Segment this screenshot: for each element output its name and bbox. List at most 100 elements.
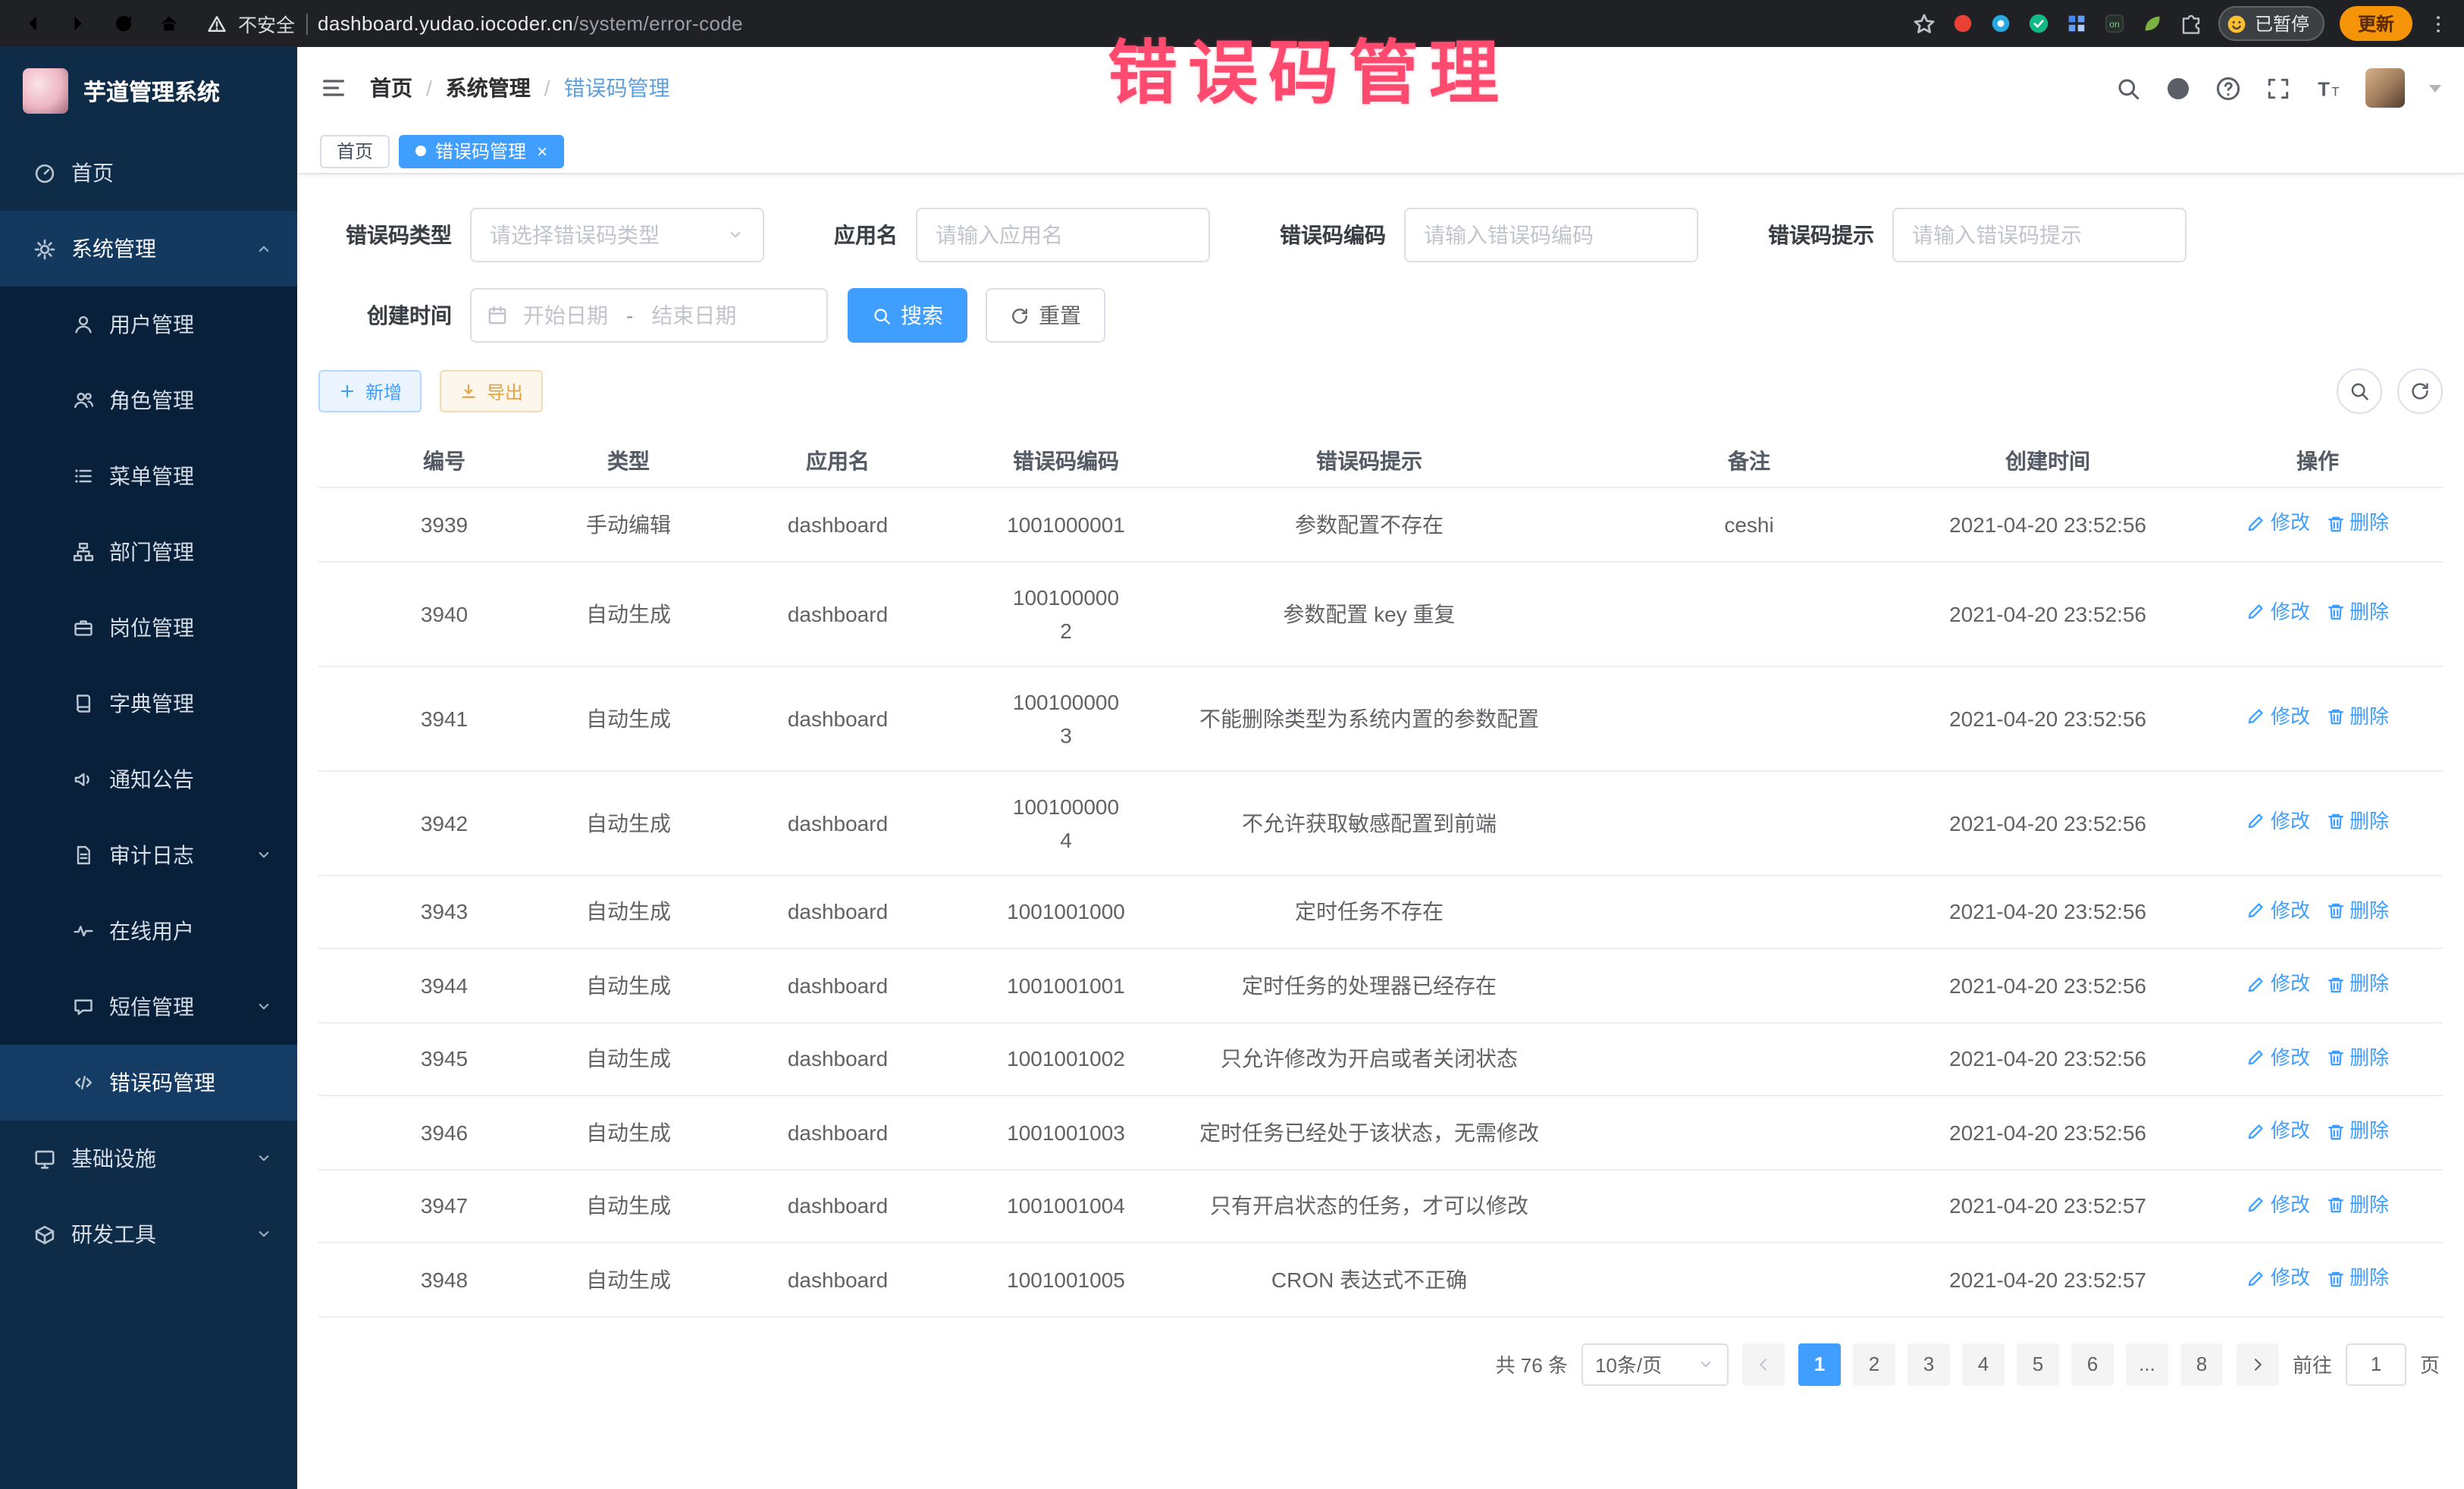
tab[interactable]: 错误码管理×	[399, 134, 564, 168]
breadcrumb-item[interactable]: 首页	[370, 73, 412, 103]
reset-button[interactable]: 重置	[986, 288, 1105, 343]
update-button[interactable]: 更新	[2340, 6, 2412, 41]
delete-link[interactable]: 删除	[2325, 967, 2389, 1001]
security-label[interactable]: 不安全	[238, 9, 295, 38]
sidebar-item[interactable]: 在线用户	[0, 893, 297, 969]
add-button[interactable]: 新增	[318, 370, 422, 412]
sidebar-item[interactable]: 用户管理	[0, 287, 297, 362]
sidebar-item[interactable]: 审计日志	[0, 817, 297, 893]
sidebar-item[interactable]: 通知公告	[0, 741, 297, 817]
extension-red-icon[interactable]	[1951, 12, 1974, 35]
app-logo[interactable]: 芋道管理系统	[0, 47, 297, 135]
refresh-table-button[interactable]	[2397, 368, 2443, 414]
export-button[interactable]: 导出	[440, 370, 543, 412]
sidebar-item[interactable]: 部门管理	[0, 514, 297, 590]
sidebar-item[interactable]: 基础设施	[0, 1121, 297, 1196]
edit-link[interactable]: 修改	[2246, 506, 2310, 540]
next-page-button[interactable]	[2237, 1343, 2279, 1385]
sidebar-item[interactable]: 研发工具	[0, 1196, 297, 1272]
page-button[interactable]: 3	[1908, 1343, 1950, 1385]
extension-on-icon[interactable]: on	[2103, 12, 2126, 35]
sidebar-item[interactable]: 岗位管理	[0, 590, 297, 666]
page-button[interactable]: 6	[2071, 1343, 2114, 1385]
tab[interactable]: 首页	[320, 134, 390, 168]
sidebar-item[interactable]: 角色管理	[0, 362, 297, 438]
sidebar-item[interactable]: 菜单管理	[0, 438, 297, 514]
cell-actions: 修改删除	[2193, 1022, 2443, 1096]
delete-link[interactable]: 删除	[2325, 894, 2389, 927]
sidebar-item[interactable]: 短信管理	[0, 969, 297, 1045]
edit-link[interactable]: 修改	[2246, 1114, 2310, 1148]
edit-link[interactable]: 修改	[2246, 967, 2310, 1001]
error-message-input[interactable]	[1892, 208, 2187, 262]
goto-page-input[interactable]	[2346, 1343, 2406, 1385]
edit-link[interactable]: 修改	[2246, 1188, 2310, 1221]
extension-blue-icon[interactable]	[1989, 12, 2012, 35]
forward-icon[interactable]	[61, 7, 94, 40]
error-type-select[interactable]: 请选择错误码类型	[470, 208, 764, 262]
page-button[interactable]: 5	[2017, 1343, 2059, 1385]
url-text[interactable]: dashboard.yudao.iocoder.cn/system/error-…	[318, 12, 743, 35]
close-icon[interactable]: ×	[537, 142, 547, 160]
page-button[interactable]: 1	[1798, 1343, 1841, 1385]
delete-link[interactable]: 删除	[2325, 506, 2389, 540]
page-size-select[interactable]: 10条/页	[1582, 1343, 1729, 1385]
app-name-input[interactable]	[916, 208, 1210, 262]
github-icon[interactable]	[2165, 75, 2191, 101]
breadcrumb-item[interactable]: 系统管理	[446, 73, 531, 103]
sidebar-item[interactable]: 系统管理	[0, 211, 297, 287]
extensions-puzzle-icon[interactable]	[2179, 11, 2203, 36]
user-avatar[interactable]	[2365, 68, 2405, 108]
fullscreen-icon[interactable]	[2265, 75, 2291, 101]
cell-actions: 修改删除	[2193, 561, 2443, 666]
sidebar-item[interactable]: 首页	[0, 135, 297, 211]
cell-app: dashboard	[687, 1096, 989, 1169]
prev-page-button[interactable]	[1742, 1343, 1785, 1385]
date-range-picker[interactable]: 开始日期 - 结束日期	[470, 288, 828, 343]
extension-grid-icon[interactable]	[2065, 12, 2088, 35]
more-menu-icon[interactable]	[2428, 13, 2449, 34]
edit-link[interactable]: 修改	[2246, 1262, 2310, 1295]
search-button[interactable]: 搜索	[848, 288, 967, 343]
delete-link[interactable]: 删除	[2325, 1114, 2389, 1148]
cell-actions: 修改删除	[2193, 1096, 2443, 1169]
page-button[interactable]: 2	[1853, 1343, 1895, 1385]
paused-badge[interactable]: 已暂停	[2218, 6, 2324, 41]
breadcrumb-item[interactable]: 错误码管理	[564, 73, 670, 103]
edit-icon	[2246, 1268, 2266, 1288]
sidebar-toggle-icon[interactable]	[320, 74, 347, 102]
edit-link[interactable]: 修改	[2246, 701, 2310, 734]
delete-link[interactable]: 删除	[2325, 1262, 2389, 1295]
caret-down-icon[interactable]	[2429, 84, 2441, 92]
sidebar-item[interactable]: 错误码管理	[0, 1045, 297, 1121]
delete-link[interactable]: 删除	[2325, 805, 2389, 839]
edit-link[interactable]: 修改	[2246, 805, 2310, 839]
sidebar-item-label: 研发工具	[71, 1219, 156, 1249]
delete-link[interactable]: 删除	[2325, 1041, 2389, 1074]
address-bar[interactable]: 不安全 dashboard.yudao.iocoder.cn/system/er…	[206, 9, 743, 38]
cell-type: 自动生成	[570, 1022, 687, 1096]
more-pages-button[interactable]: ...	[2126, 1343, 2168, 1385]
bookmark-star-icon[interactable]	[1912, 11, 1936, 36]
delete-link[interactable]: 删除	[2325, 1188, 2389, 1221]
edit-link[interactable]: 修改	[2246, 1041, 2310, 1074]
sidebar-item-label: 首页	[71, 158, 114, 188]
filter-label: 应用名	[834, 220, 898, 250]
home-icon[interactable]	[152, 7, 185, 40]
edit-link[interactable]: 修改	[2246, 894, 2310, 927]
reload-icon[interactable]	[106, 7, 140, 40]
delete-link[interactable]: 删除	[2325, 701, 2389, 734]
extension-leaf-icon[interactable]	[2141, 12, 2164, 35]
toggle-search-button[interactable]	[2337, 368, 2382, 414]
help-icon[interactable]	[2215, 75, 2241, 101]
back-icon[interactable]	[15, 7, 49, 40]
search-icon[interactable]	[2115, 75, 2141, 101]
edit-link[interactable]: 修改	[2246, 596, 2310, 629]
delete-link[interactable]: 删除	[2325, 596, 2389, 629]
page-button[interactable]: 4	[1962, 1343, 2005, 1385]
font-size-icon[interactable]: TT	[2315, 75, 2341, 101]
error-code-input[interactable]	[1404, 208, 1698, 262]
sidebar-item[interactable]: 字典管理	[0, 666, 297, 741]
page-button[interactable]: 8	[2180, 1343, 2223, 1385]
extension-green-check-icon[interactable]	[2027, 12, 2050, 35]
